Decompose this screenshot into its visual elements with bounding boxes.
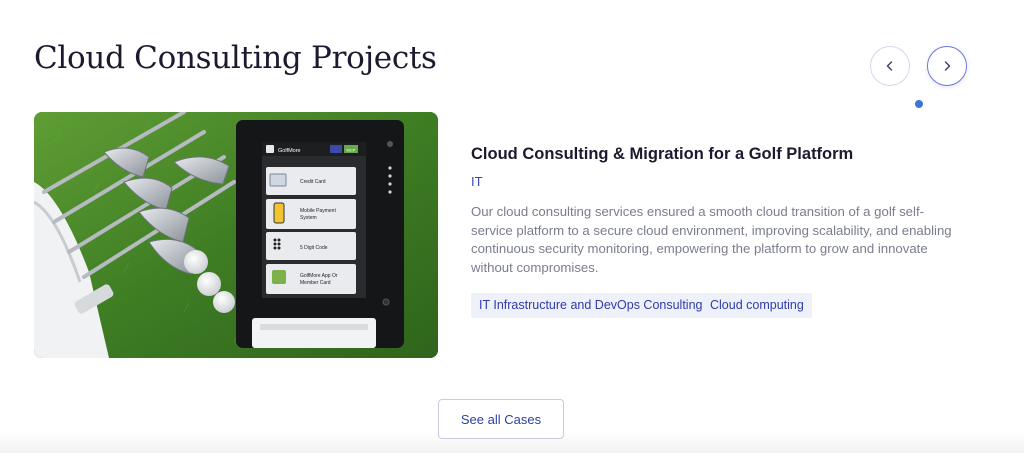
chevron-left-icon: [886, 61, 893, 71]
device-option-1: Credit Card: [300, 179, 326, 185]
case-description: Our cloud consulting services ensured a …: [471, 204, 952, 275]
svg-text:System: System: [300, 215, 317, 221]
device-option-3: 5 Digit Code: [300, 245, 328, 251]
carousel-prev-button[interactable]: [870, 46, 910, 86]
svg-text:Member Card: Member Card: [300, 280, 331, 286]
carousel-next-button[interactable]: [927, 46, 967, 86]
chevron-right-icon: [944, 61, 951, 71]
case-image[interactable]: GolfMore MCP Credit Card Mobile Payment …: [34, 112, 438, 358]
section-title: Cloud Consulting Projects: [34, 40, 437, 76]
see-all-cases-button[interactable]: See all Cases: [438, 399, 564, 439]
case-category-link[interactable]: IT: [471, 174, 483, 189]
device-lang-badge: MCP: [347, 148, 356, 153]
tag-it-infrastructure-devops[interactable]: IT Infrastructure and DevOps Consulting: [471, 293, 711, 318]
case-title[interactable]: Cloud Consulting & Migration for a Golf …: [471, 145, 853, 164]
device-option-2: Mobile Payment: [300, 208, 336, 214]
device-option-4: GolfMore App Or: [300, 273, 338, 279]
carousel-dot-active[interactable]: [915, 100, 923, 108]
tag-cloud-computing[interactable]: Cloud computing: [702, 293, 812, 318]
device-brand: GolfMore: [278, 148, 301, 154]
